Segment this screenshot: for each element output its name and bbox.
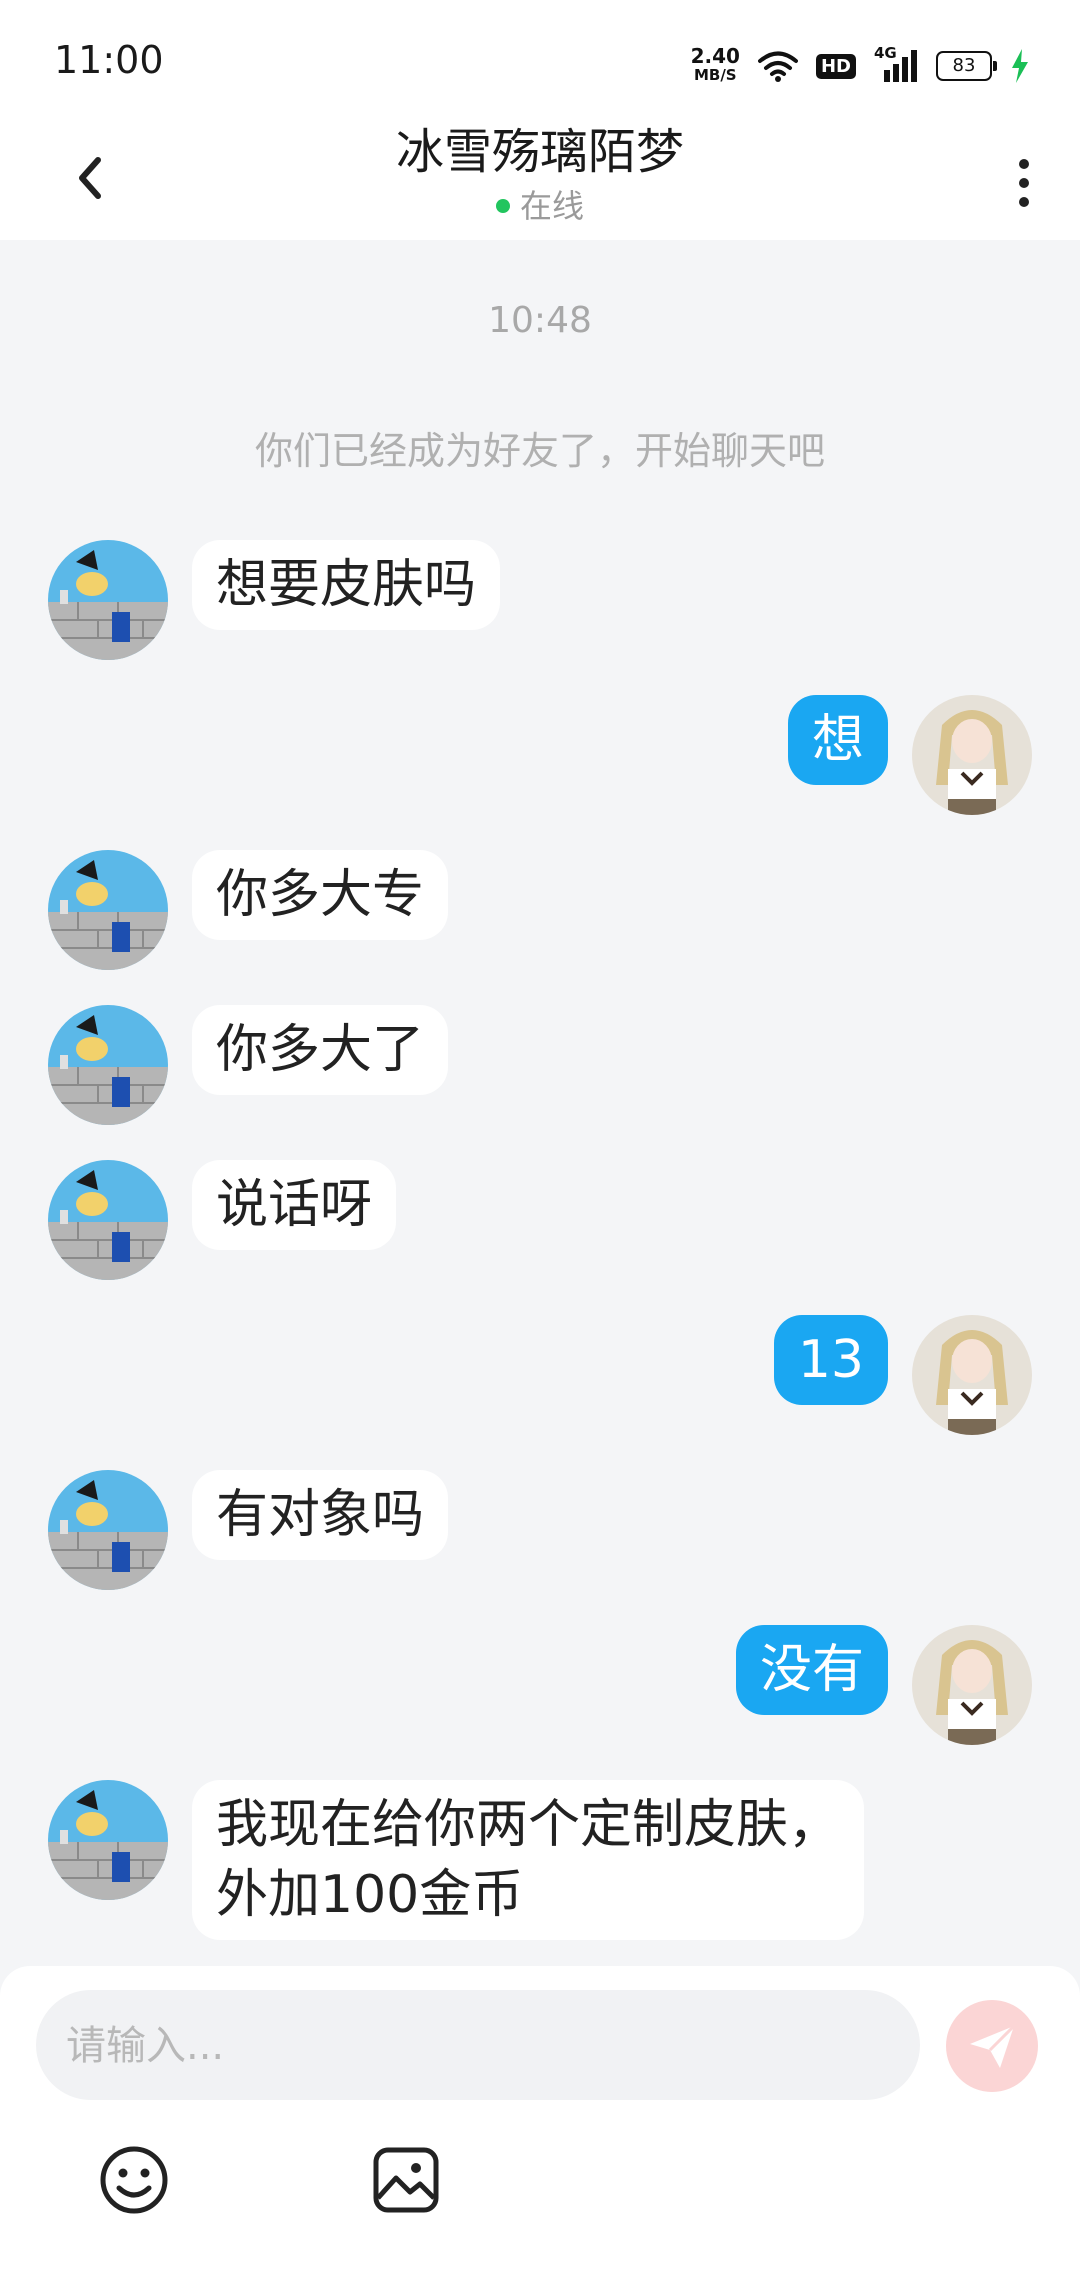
message-timestamp: 10:48 [488, 300, 592, 341]
outgoing-message-bubble[interactable]: 想 [787, 695, 888, 785]
wifi-icon [757, 51, 798, 82]
status-icons: 2.40 MB/S HD 4G 83 [691, 44, 1030, 88]
user-avatar[interactable] [912, 1315, 1032, 1435]
message-composer [0, 1966, 1080, 2280]
contact-avatar[interactable] [48, 1470, 168, 1590]
contact-avatar[interactable] [48, 1780, 168, 1900]
more-options-button[interactable] [980, 138, 1050, 218]
incoming-message-bubble[interactable]: 我现在给你两个定制皮肤， 外加100金币 [192, 1780, 865, 1940]
message-input-container [36, 1990, 920, 2102]
emoji-button[interactable] [94, 2140, 174, 2220]
more-vertical-icon [1019, 159, 1029, 207]
image-button[interactable] [366, 2140, 446, 2220]
contact-name: 冰雪殇璃陌梦 [395, 124, 684, 180]
outgoing-message-bubble[interactable]: 没有 [735, 1625, 888, 1715]
status-bar: 11:00 2.40 MB/S HD 4G 83 [0, 0, 1080, 120]
incoming-message-bubble[interactable]: 你多大专 [192, 850, 449, 940]
message-row: 13 [0, 1315, 1080, 1435]
system-message: 你们已经成为好友了，开始聊天吧 [254, 429, 825, 473]
message-row: 有对象吗 [0, 1470, 1080, 1590]
contact-avatar[interactable] [48, 1005, 168, 1125]
online-dot-icon [495, 199, 510, 213]
user-avatar[interactable] [912, 695, 1032, 815]
status-time: 11:00 [54, 38, 164, 82]
contact-avatar[interactable] [48, 540, 168, 660]
message-row: 你多大了 [0, 1005, 1080, 1125]
emoji-icon [100, 2146, 168, 2214]
incoming-message-bubble[interactable]: 有对象吗 [192, 1470, 449, 1560]
message-row: 说话呀 [0, 1160, 1080, 1280]
incoming-message-bubble[interactable]: 你多大了 [192, 1005, 449, 1095]
cell-signal-icon: 4G [874, 44, 918, 84]
network-speed: 2.40 MB/S [690, 44, 740, 85]
battery-indicator: 83 [936, 51, 997, 81]
message-row: 我现在给你两个定制皮肤， 外加100金币 [0, 1780, 1080, 1960]
online-status-label: 在线 [519, 187, 584, 225]
network-speed-value: 2.40 [690, 44, 740, 68]
message-row: 想要皮肤吗 [0, 540, 1080, 660]
charging-icon [1012, 49, 1028, 83]
user-avatar[interactable] [912, 1625, 1032, 1745]
incoming-message-bubble[interactable]: 说话呀 [192, 1160, 397, 1250]
contact-avatar[interactable] [48, 1160, 168, 1280]
chat-header: 冰雪殇璃陌梦 在线 [0, 120, 1080, 240]
contact-avatar[interactable] [48, 850, 168, 970]
network-speed-unit: MB/S [693, 66, 737, 84]
outgoing-message-bubble[interactable]: 13 [773, 1315, 888, 1405]
title-block: 冰雪殇璃陌梦 在线 [0, 120, 1080, 228]
hd-badge: HD [815, 53, 856, 79]
message-row: 想 [0, 695, 1080, 815]
send-button[interactable] [946, 2000, 1038, 2092]
message-row: 你多大专 [0, 850, 1080, 970]
message-row: 没有 [0, 1625, 1080, 1745]
online-status: 在线 [495, 184, 584, 228]
message-input[interactable] [64, 1990, 868, 2102]
image-icon [373, 2147, 439, 2213]
chat-messages: 10:48 你们已经成为好友了，开始聊天吧 想要皮肤吗 想 你多大专 你多大了 … [0, 240, 1080, 1970]
send-icon [970, 2024, 1016, 2068]
incoming-message-bubble[interactable]: 想要皮肤吗 [192, 540, 501, 630]
